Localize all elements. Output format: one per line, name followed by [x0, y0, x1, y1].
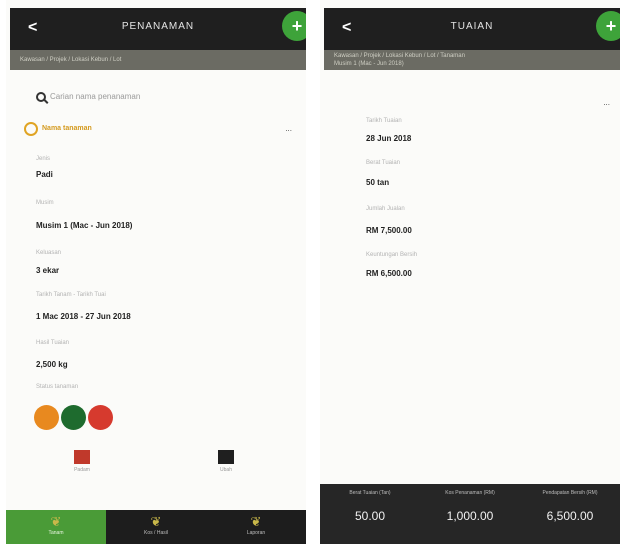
- plant-icon: ❦: [250, 514, 262, 529]
- page-title: TUAIAN: [450, 21, 494, 32]
- tuaian-screen: < TUAIAN + Kawasan / Projek / Lokasi Keb…: [320, 0, 620, 544]
- field-label: Jumlah Jualan: [366, 206, 405, 212]
- summary-label: Kos Penanaman (RM): [445, 490, 495, 496]
- status-indicators: [34, 405, 115, 431]
- search-icon: [36, 92, 46, 102]
- field-label: Tarikh Tanam - Tarikh Tuai: [36, 292, 106, 298]
- edit-label: Ubah: [220, 467, 232, 473]
- status-label: Status tanaman: [36, 384, 79, 390]
- search-input[interactable]: Carian nama penanaman: [50, 92, 140, 101]
- field-value: 28 Jun 2018: [366, 134, 412, 143]
- search-bar[interactable]: Carian nama penanaman: [36, 92, 140, 102]
- field-value: 2,500 kg: [36, 360, 68, 369]
- edit-icon: [218, 450, 234, 464]
- nav-label: Kos / Hasil: [144, 530, 168, 536]
- app-bar: < TUAIAN +: [324, 8, 620, 50]
- delete-label: Padam: [74, 467, 90, 473]
- field-label: Hasil Tuaian: [36, 340, 70, 346]
- field-label: Jenis: [36, 156, 51, 162]
- field-label: Musim: [36, 200, 54, 206]
- field-value: 50 tan: [366, 178, 390, 187]
- summary-item: Pendapatan Bersih (RM) 6,500.00: [520, 484, 620, 544]
- field-label: Berat Tuaian: [366, 160, 401, 166]
- summary-value: 6,500.00: [546, 509, 594, 523]
- field-label: Keluasan: [36, 250, 62, 256]
- breadcrumb: Kawasan / Projek / Lokasi Kebun / Lot: [10, 50, 306, 70]
- field-label: Tarikh Tuaian: [366, 118, 402, 124]
- field-value: Padi: [36, 170, 53, 179]
- trash-icon: [74, 450, 90, 464]
- status-green-dot[interactable]: [61, 405, 86, 430]
- summary-value: 1,000.00: [446, 509, 494, 523]
- summary-item: Berat Tuaian (Tan) 50.00: [320, 484, 420, 544]
- summary-item: Kos Penanaman (RM) 1,000.00: [420, 484, 520, 544]
- status-red-dot[interactable]: [88, 405, 113, 430]
- plant-icon: ❦: [50, 514, 62, 529]
- field-value: RM 7,500.00: [366, 226, 412, 235]
- delete-button[interactable]: Padam: [74, 450, 90, 473]
- summary-bar: Berat Tuaian (Tan) 50.00 Kos Penanaman (…: [320, 484, 620, 544]
- summary-value: 50.00: [354, 509, 386, 523]
- field-value: Musim 1 (Mac - Jun 2018): [36, 221, 133, 230]
- nav-label: Laporan: [246, 530, 266, 536]
- summary-label: Berat Tuaian (Tan): [349, 490, 391, 496]
- crop-name: Nama tanaman: [42, 125, 92, 132]
- breadcrumb: Kawasan / Projek / Lokasi Kebun / Lot / …: [324, 50, 620, 70]
- nav-item-kos-hasil[interactable]: ❦ Kos / Hasil: [106, 510, 206, 544]
- bottom-navigation: ❦ Tanam ❦ Kos / Hasil ❦ Laporan: [6, 510, 306, 544]
- penanaman-screen: < PENANAMAN + Kawasan / Projek / Lokasi …: [6, 0, 306, 544]
- more-options-icon[interactable]: ...: [285, 124, 292, 133]
- nav-item-tanam[interactable]: ❦ Tanam: [6, 510, 106, 544]
- edit-button[interactable]: Ubah: [218, 450, 234, 473]
- crop-icon: [24, 122, 38, 136]
- field-value: 3 ekar: [36, 266, 60, 275]
- app-bar: < PENANAMAN +: [10, 8, 306, 50]
- field-value: RM 6,500.00: [366, 269, 412, 278]
- status-orange-dot[interactable]: [34, 405, 59, 430]
- more-options-icon[interactable]: ...: [603, 98, 610, 107]
- add-button[interactable]: +: [596, 11, 620, 41]
- field-label: Keuntungan Bersih: [366, 252, 418, 258]
- breadcrumb-line: Kawasan / Projek / Lokasi Kebun / Lot / …: [334, 53, 465, 59]
- nav-label: Tanam: [48, 530, 64, 536]
- page-title: PENANAMAN: [121, 21, 195, 32]
- summary-label: Pendapatan Bersih (RM): [542, 490, 598, 496]
- plant-icon: ❦: [150, 514, 162, 529]
- nav-item-laporan[interactable]: ❦ Laporan: [206, 510, 306, 544]
- breadcrumb-line: Musim 1 (Mac - Jun 2018): [334, 61, 404, 67]
- crop-card-header[interactable]: Nama tanaman ...: [24, 122, 296, 138]
- field-value: 1 Mac 2018 - 27 Jun 2018: [36, 312, 131, 321]
- add-button[interactable]: +: [282, 11, 306, 41]
